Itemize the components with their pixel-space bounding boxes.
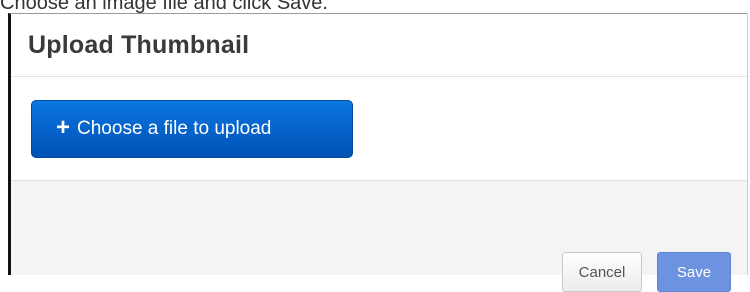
- dialog-title: Upload Thumbnail: [28, 31, 250, 59]
- upload-thumbnail-dialog: Upload Thumbnail + Choose a file to uplo…: [8, 13, 748, 292]
- dialog-header: Upload Thumbnail: [11, 14, 747, 77]
- choose-file-button-label: Choose a file to upload: [77, 118, 272, 139]
- dialog-footer: Cancel Save: [11, 180, 747, 292]
- save-button[interactable]: Save: [657, 252, 731, 292]
- choose-file-button[interactable]: + Choose a file to upload: [31, 100, 353, 158]
- plus-icon: +: [56, 114, 71, 141]
- cancel-button[interactable]: Cancel: [562, 252, 642, 292]
